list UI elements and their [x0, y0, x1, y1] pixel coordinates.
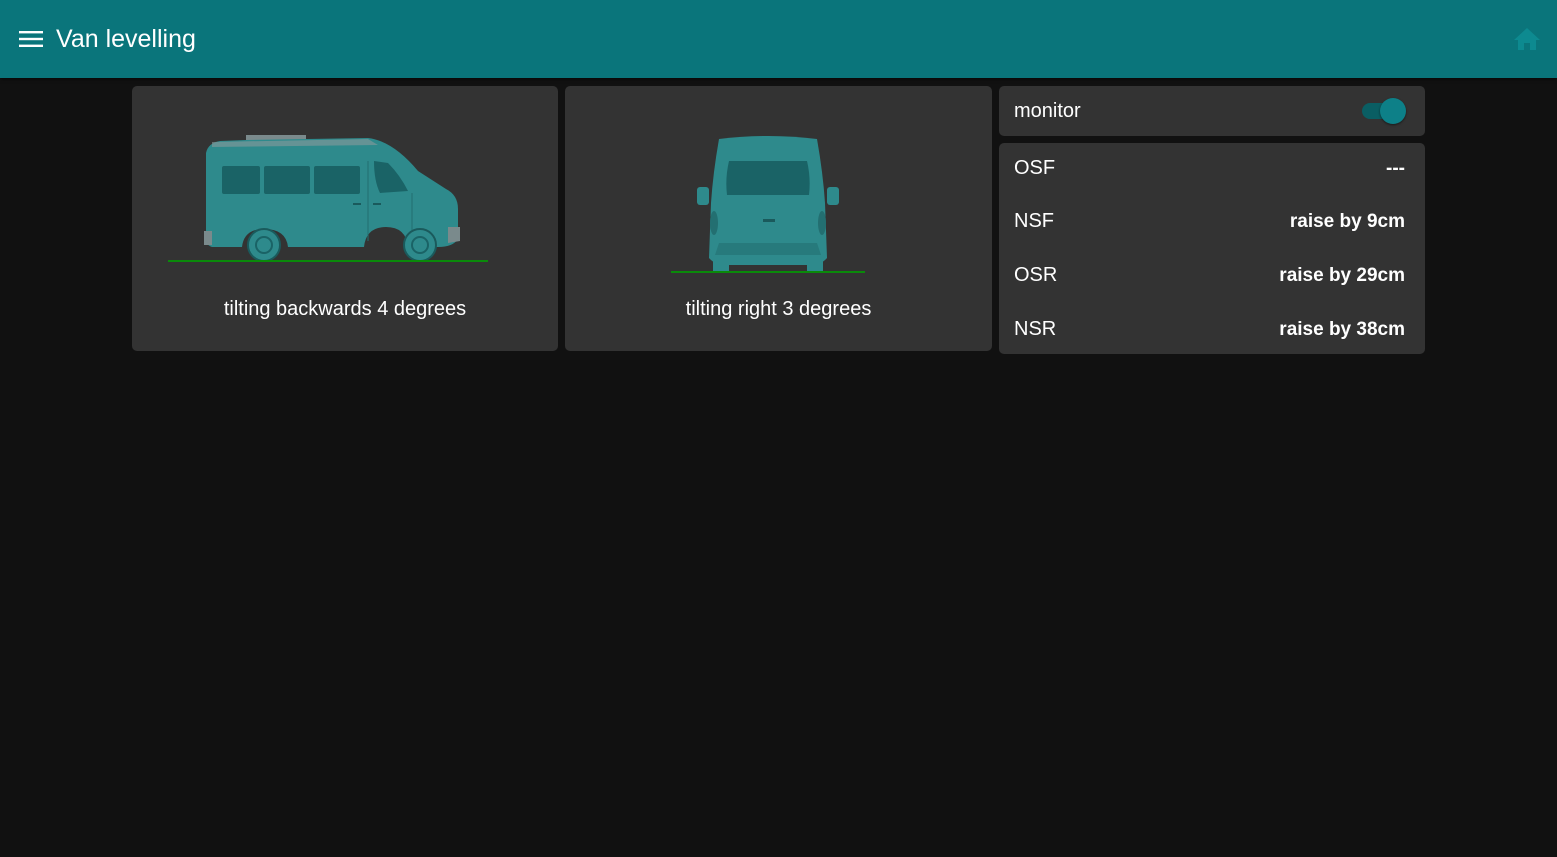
- leg-adjustment-value: ---: [1386, 158, 1405, 179]
- leg-name: NSR: [1014, 318, 1057, 340]
- home-icon: [1514, 28, 1540, 50]
- roll-status-text: tilting right 3 degrees: [685, 298, 872, 320]
- van-side-view-image: [168, 135, 488, 262]
- pitch-status-text: tilting backwards 4 degrees: [223, 298, 467, 320]
- hamburger-menu-icon: [19, 31, 43, 47]
- monitor-card: monitor: [999, 86, 1425, 136]
- leg-adjustment-value: raise by 29cm: [1279, 265, 1405, 286]
- home-button[interactable]: [1510, 22, 1544, 56]
- rear-view-card: tilting right 3 degrees: [565, 86, 992, 351]
- menu-button[interactable]: [14, 24, 48, 54]
- van-rear-view-image: [671, 136, 865, 273]
- app-header: Van levelling: [0, 0, 1557, 78]
- leg-adjustment-value: raise by 38cm: [1279, 319, 1405, 340]
- monitor-label: monitor: [1014, 100, 1081, 122]
- leg-row-nsr: NSR raise by 38cm: [999, 315, 1425, 345]
- leg-adjustment-value: raise by 9cm: [1289, 211, 1405, 232]
- toggle-thumb: [1380, 98, 1406, 124]
- side-view-card: tilting backwards 4 degrees: [132, 86, 558, 351]
- leg-adjustments-card: OSF --- NSF raise by 9cm OSR raise by 29…: [999, 143, 1425, 354]
- monitor-toggle[interactable]: [1360, 98, 1406, 124]
- leg-name: NSF: [1014, 210, 1054, 232]
- page-title: Van levelling: [56, 25, 196, 53]
- leg-row-osr: OSR raise by 29cm: [999, 261, 1425, 291]
- leg-row-osf: OSF ---: [999, 154, 1425, 184]
- leg-name: OSF: [1014, 157, 1056, 179]
- leg-row-nsf: NSF raise by 9cm: [999, 207, 1425, 237]
- leg-name: OSR: [1014, 264, 1058, 286]
